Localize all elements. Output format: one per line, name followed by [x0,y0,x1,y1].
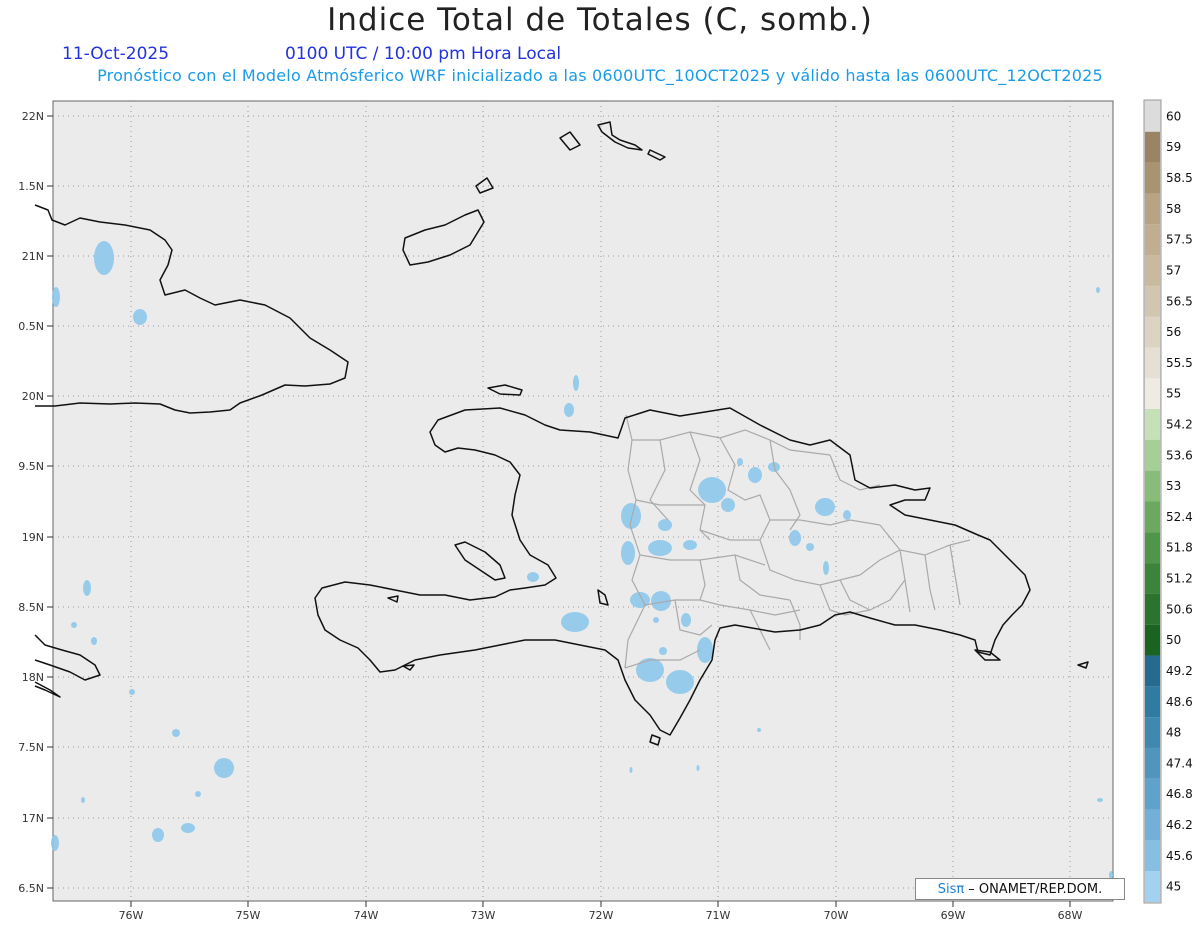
colorbar-cell [1145,193,1160,225]
colorbar-cell [1145,316,1160,348]
colorbar-cell [1145,655,1160,687]
colorbar-cell [1145,101,1160,132]
lat-label: 17N [22,812,44,825]
lon-label: 76W [119,909,144,922]
colorbar-label: 45 [1166,880,1181,894]
colorbar-label: 56.5 [1166,294,1193,308]
colorbar-cell [1145,840,1160,872]
lon-axis: 76W 75W 74W 73W 72W 71W 70W 69W 68W [119,901,1083,922]
colorbar: 60 59 58.5 58 57.5 57 56.5 56 55.5 55 54.2 53.6 53 52… [1143,99,1193,904]
map-frame [52,100,1114,902]
colorbar-label: 56 [1166,325,1181,339]
lat-label: 21N [22,250,44,263]
colorbar-cell [1145,563,1160,594]
colorbar-label: 45.6 [1166,849,1193,863]
lat-label: 18N [22,671,44,684]
lon-label: 73W [471,909,496,922]
colorbar-label: 58 [1166,202,1181,216]
lat-label: 6.5N [18,882,44,895]
colorbar-label: 51.2 [1166,572,1193,586]
lat-label: 9.5N [18,460,44,473]
colorbar-label: 60 [1166,109,1181,123]
colorbar-label: 57.5 [1166,233,1193,247]
lon-label: 74W [354,909,379,922]
colorbar-cell [1145,501,1160,533]
colorbar-label: 53.6 [1166,448,1193,462]
lon-label: 75W [236,909,261,922]
colorbar-label: 49.2 [1166,664,1193,678]
colorbar-label: 58.5 [1166,171,1193,185]
colorbar-cell [1145,162,1160,194]
forecast-map: 22N 1.5N 21N 0.5N 20N 9.5N 19N 8.5N 18N … [18,99,1193,922]
colorbar-label: 54.2 [1166,417,1193,431]
colorbar-cell [1145,532,1160,564]
colorbar-label: 55 [1166,387,1181,401]
colorbar-cell [1145,131,1160,163]
lat-axis: 22N 1.5N 21N 0.5N 20N 9.5N 19N 8.5N 18N … [18,110,53,895]
lat-label: 1.5N [18,180,44,193]
colorbar-cell [1145,747,1160,779]
colorbar-label: 50.6 [1166,602,1193,616]
lon-label: 68W [1058,909,1083,922]
lon-label: 69W [941,909,966,922]
colorbar-cells [1145,101,1160,902]
lon-label: 72W [589,909,614,922]
colorbar-label: 48 [1166,726,1181,740]
colorbar-label: 59 [1166,140,1181,154]
colorbar-cell [1145,717,1160,748]
colorbar-label: 48.6 [1166,695,1193,709]
colorbar-label: 55.5 [1166,356,1193,370]
colorbar-label: 46.2 [1166,818,1193,832]
lat-label: 0.5N [18,320,44,333]
colorbar-cell [1145,624,1160,656]
colorbar-cell [1145,285,1160,317]
colorbar-label: 57 [1166,263,1181,277]
lon-label: 71W [706,909,731,922]
colorbar-label: 51.8 [1166,541,1193,555]
lat-label: 8.5N [18,601,44,614]
lat-label: 7.5N [18,741,44,754]
colorbar-cell [1145,809,1160,841]
colorbar-cell [1145,378,1160,410]
colorbar-cell [1145,686,1160,718]
colorbar-cell [1145,470,1160,502]
colorbar-label: 46.8 [1166,787,1193,801]
colorbar-cell [1145,871,1160,902]
credit-org: – ONAMET/REP.DOM. [968,881,1103,897]
colorbar-cell [1145,439,1160,471]
credit-box: Sisπ – ONAMET/REP.DOM. [915,878,1125,900]
lat-label: 22N [22,110,44,123]
lon-label: 70W [824,909,849,922]
colorbar-cell [1145,224,1160,256]
colorbar-cell [1145,778,1160,810]
colorbar-cell [1145,593,1160,625]
colorbar-cell [1145,409,1160,440]
colorbar-label: 50 [1166,633,1181,647]
colorbar-cell [1145,255,1160,286]
sis-logo: Sisπ [937,881,965,897]
lat-label: 20N [22,390,44,403]
colorbar-labels: 60 59 58.5 58 57.5 57 56.5 56 55.5 55 54.2 53.6 53 52… [1166,109,1193,893]
colorbar-cell [1145,347,1160,379]
colorbar-label: 52.4 [1166,510,1193,524]
colorbar-label: 53 [1166,479,1181,493]
lat-label: 19N [22,531,44,544]
colorbar-label: 47.4 [1166,756,1193,770]
